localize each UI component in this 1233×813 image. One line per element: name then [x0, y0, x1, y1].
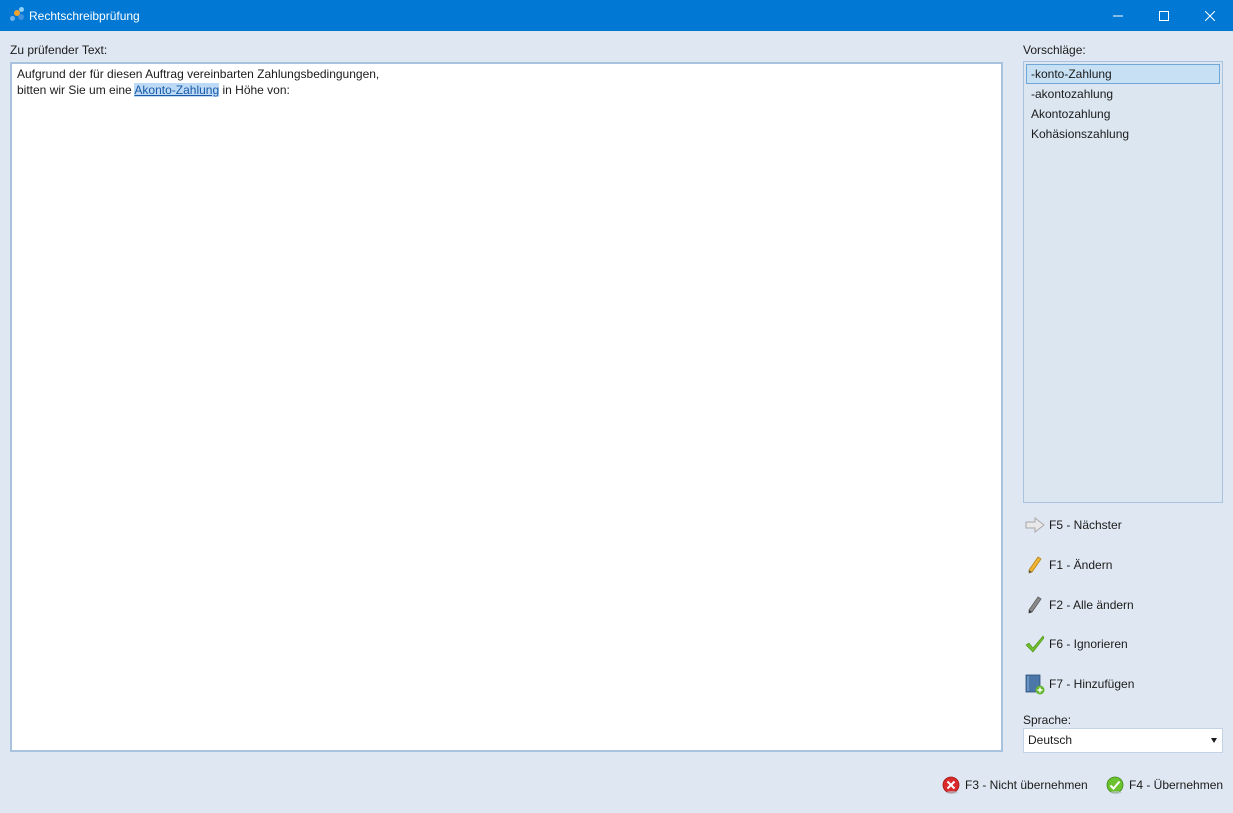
red-x-icon — [942, 776, 960, 794]
suggestion-item[interactable]: -akontozahlung — [1026, 84, 1220, 104]
checkmark-icon — [1023, 632, 1047, 656]
pencil-gray-icon — [1023, 593, 1047, 617]
close-button[interactable] — [1187, 0, 1233, 31]
cancel-button[interactable]: F3 - Nicht übernehmen — [941, 773, 1088, 797]
maximize-icon — [1159, 10, 1169, 21]
language-select[interactable]: Deutsch — [1023, 728, 1223, 753]
suggestion-item[interactable]: -konto-Zahlung — [1026, 64, 1220, 84]
green-check-icon — [1106, 776, 1124, 794]
text-editor[interactable]: Aufgrund der für diesen Auftrag vereinba… — [10, 62, 1003, 752]
change-button[interactable]: F1 - Ändern — [1023, 553, 1223, 577]
change-label: F1 - Ändern — [1049, 558, 1113, 572]
dictionary-add-icon — [1023, 672, 1047, 696]
arrow-right-icon — [1023, 513, 1047, 537]
add-button[interactable]: F7 - Hinzufügen — [1023, 672, 1223, 696]
text-segment: in Höhe von: — [219, 83, 290, 97]
change-all-button[interactable]: F2 - Alle ändern — [1023, 593, 1223, 617]
text-line-1: Aufgrund der für diesen Auftrag vereinba… — [17, 67, 380, 81]
change-all-label: F2 - Alle ändern — [1049, 598, 1134, 612]
suggestions-label: Vorschläge: — [1023, 43, 1086, 57]
title-bar: Rechtschreibprüfung — [0, 0, 1233, 31]
suggestion-item[interactable]: Akontozahlung — [1026, 104, 1220, 124]
window-title: Rechtschreibprüfung — [29, 9, 140, 23]
text-segment: bitten wir Sie um eine — [17, 83, 135, 97]
apply-label: F4 - Übernehmen — [1129, 778, 1224, 792]
misspelled-word[interactable]: Akonto-Zahlung — [134, 83, 220, 97]
add-label: F7 - Hinzufügen — [1049, 677, 1135, 691]
suggestions-list[interactable]: -konto-Zahlung -akontozahlung Akontozahl… — [1023, 61, 1223, 503]
ignore-label: F6 - Ignorieren — [1049, 637, 1128, 651]
close-icon — [1205, 10, 1215, 21]
ignore-button[interactable]: F6 - Ignorieren — [1023, 632, 1223, 656]
next-button[interactable]: F5 - Nächster — [1023, 513, 1223, 537]
text-panel-label: Zu prüfender Text: — [10, 43, 108, 57]
chevron-down-icon — [1211, 738, 1217, 743]
apply-button[interactable]: F4 - Übernehmen — [1105, 773, 1223, 797]
app-icon — [9, 7, 25, 23]
text-line-2: bitten wir Sie um eine Akonto-Zahlung in… — [17, 82, 996, 98]
pencil-icon — [1023, 553, 1047, 577]
suggestion-item[interactable]: Kohäsionszahlung — [1026, 124, 1220, 144]
language-value: Deutsch — [1028, 733, 1073, 747]
minimize-button[interactable] — [1095, 0, 1141, 31]
next-label: F5 - Nächster — [1049, 518, 1122, 532]
maximize-button[interactable] — [1141, 0, 1187, 31]
minimize-icon — [1113, 15, 1123, 16]
language-label: Sprache: — [1023, 713, 1072, 727]
cancel-label: F3 - Nicht übernehmen — [965, 778, 1088, 792]
